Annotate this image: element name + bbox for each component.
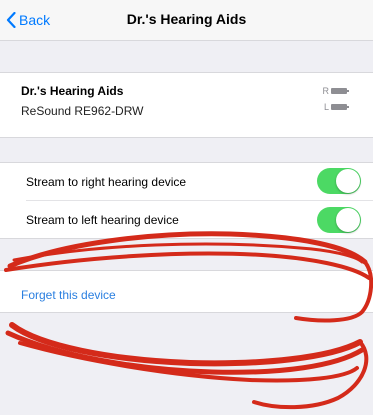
device-model: ReSound RE962-DRW — [21, 104, 144, 118]
divider — [0, 72, 373, 73]
stream-left-label: Stream to left hearing device — [26, 213, 179, 227]
battery-right-label: R — [322, 86, 330, 96]
divider — [26, 200, 373, 201]
divider — [0, 162, 373, 163]
divider — [0, 238, 373, 239]
toggle-knob — [336, 208, 360, 232]
stream-right-toggle[interactable] — [317, 168, 361, 194]
page-title: Dr.'s Hearing Aids — [126, 11, 247, 27]
toggle-knob — [336, 169, 360, 193]
navigation-bar: Back Dr.'s Hearing Aids — [0, 0, 373, 40]
battery-icon — [331, 88, 349, 94]
battery-left-label: L — [323, 102, 329, 112]
stream-left-toggle[interactable] — [317, 207, 361, 233]
forget-device-button[interactable]: Forget this device — [21, 288, 116, 302]
stream-right-label: Stream to right hearing device — [26, 175, 187, 189]
divider — [0, 137, 373, 138]
device-name: Dr.'s Hearing Aids — [21, 84, 124, 98]
battery-icon — [331, 104, 349, 110]
divider — [0, 312, 373, 313]
divider — [0, 40, 373, 41]
divider — [0, 270, 373, 271]
